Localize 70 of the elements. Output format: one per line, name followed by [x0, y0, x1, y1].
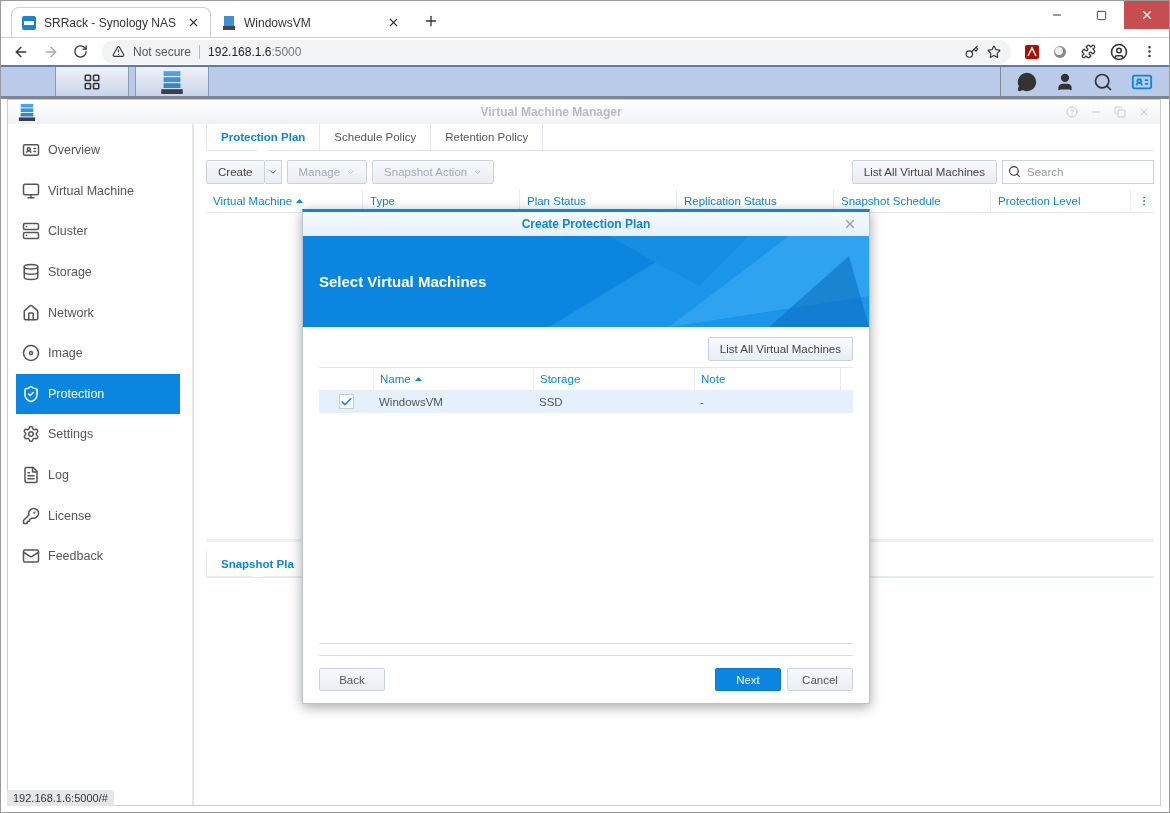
pdf-extension-icon[interactable]: [1025, 44, 1039, 59]
user-icon[interactable]: [1055, 71, 1075, 92]
sidebar-item[interactable]: Protection: [16, 373, 180, 415]
tab[interactable]: Retention Policy: [431, 124, 544, 150]
shield-icon: [22, 384, 40, 403]
sidebar-item[interactable]: Storage: [16, 251, 180, 293]
list-all-button[interactable]: List All Virtual Machines: [851, 160, 997, 184]
search-icon: [1008, 165, 1021, 178]
sidebar-item[interactable]: Log: [16, 454, 180, 496]
tab[interactable]: Protection Plan: [206, 124, 321, 150]
reload-icon[interactable]: [73, 44, 88, 59]
table-cell-text: WindowsVM: [378, 394, 444, 410]
search-field[interactable]: Search: [1002, 160, 1154, 184]
chat-icon[interactable]: [1017, 71, 1037, 92]
primary-button[interactable]: Next: [715, 668, 781, 691]
server-stack-icon: [160, 69, 184, 94]
window-title: Virtual Machine Manager: [479, 105, 623, 119]
sidebar-item[interactable]: Image: [16, 332, 180, 374]
sidebar-item[interactable]: Overview: [16, 130, 180, 171]
close-icon[interactable]: [187, 16, 200, 29]
settings-icon: [22, 425, 40, 444]
house-icon: [22, 303, 40, 322]
key-icon[interactable]: [965, 44, 979, 59]
sidebar-item[interactable]: Feedback: [16, 535, 180, 577]
main-menu-button[interactable]: [55, 67, 129, 96]
extensions-icon[interactable]: [1081, 44, 1096, 59]
url-text: 192.168.1.6:5000: [208, 44, 302, 59]
server-stack-icon: [222, 15, 236, 30]
mail-icon: [22, 547, 40, 566]
create-button[interactable]: Create: [206, 160, 265, 184]
sidebar-item[interactable]: License: [16, 495, 180, 536]
table-row[interactable]: WindowsVM SSD -: [319, 390, 853, 413]
tab[interactable]: Schedule Policy: [320, 124, 432, 150]
status-url: 192.168.1.6:5000/#: [7, 790, 114, 806]
dsm-logo-icon: [22, 15, 36, 30]
profile-icon[interactable]: [1110, 42, 1128, 61]
new-tab-icon[interactable]: [423, 13, 439, 29]
search-icon[interactable]: [1093, 71, 1113, 92]
table-cell-text: SSD: [538, 394, 564, 410]
column-header[interactable]: Protection Level: [991, 189, 1131, 212]
warning-icon: [112, 45, 125, 58]
server-stack-icon: [18, 103, 36, 121]
database-icon: [22, 263, 40, 282]
dialog-button[interactable]: Back: [319, 668, 385, 691]
close-icon[interactable]: [387, 16, 400, 29]
circle-extension-icon[interactable]: [1053, 44, 1067, 59]
address-bar[interactable]: Not secure 192.168.1.6:5000: [102, 39, 1011, 64]
sidebar-item[interactable]: Virtual Machine: [16, 170, 180, 212]
bookmark-star-icon[interactable]: [987, 44, 1001, 59]
key-icon: [22, 506, 40, 525]
taskbar-app-button[interactable]: [135, 67, 209, 96]
disc-icon: [22, 344, 40, 363]
document-icon: [22, 466, 40, 485]
dialog-title: Create Protection Plan: [521, 217, 651, 231]
security-label: Not secure: [133, 44, 192, 59]
list-all-button[interactable]: List All Virtual Machines: [707, 337, 853, 361]
maximize-icon[interactable]: [1096, 9, 1107, 21]
dialog-button[interactable]: Cancel: [787, 668, 853, 691]
sidebar-item[interactable]: Settings: [16, 414, 180, 455]
browser-tab[interactable]: SRRack - Synology NAS: [11, 7, 211, 37]
caret-icon: [267, 167, 278, 177]
sidebar-item[interactable]: Cluster: [16, 211, 180, 252]
browser-tab[interactable]: WindowsVM: [211, 7, 411, 37]
grid-icon: [83, 72, 101, 91]
checkbox[interactable]: [338, 394, 354, 409]
sidebar-item[interactable]: Network: [16, 292, 180, 333]
dialog-heading: Select Virtual Machines: [319, 273, 487, 290]
server-icon: [22, 222, 40, 241]
monitor-icon: [22, 181, 40, 200]
table-cell-text: -: [699, 394, 705, 410]
